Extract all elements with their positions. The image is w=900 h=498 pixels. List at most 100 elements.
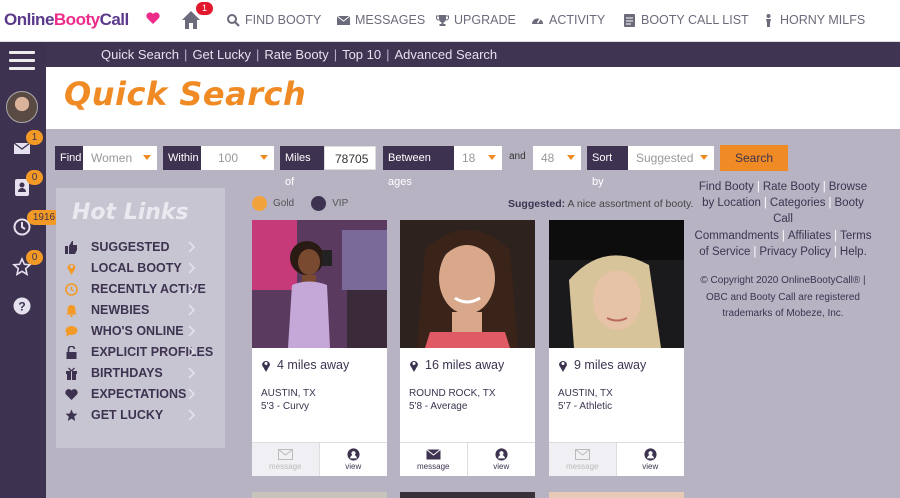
user-circle-icon (644, 448, 657, 461)
chevron-down-icon (567, 155, 575, 160)
legend-gold-label: Gold (273, 198, 295, 209)
footer-link-find-booty[interactable]: Find Booty (699, 181, 754, 193)
help-question-icon[interactable]: ? (12, 296, 32, 316)
chevron-right-icon (188, 241, 196, 253)
profile-distance-text: 16 miles away (425, 358, 505, 372)
membership-legend: Gold VIP (252, 196, 348, 211)
find-gender-select[interactable]: Women (83, 146, 157, 170)
view-profile-label: view (345, 462, 362, 471)
footer-link-help[interactable]: Help. (840, 246, 867, 258)
profile-distance-text: 9 miles away (574, 358, 647, 372)
sub-navigation-bar: Quick Search | Get Lucky | Rate Booty | Top 10… (0, 42, 900, 67)
footer-separator: | (781, 229, 785, 242)
between-ages-label: Between ages (383, 146, 454, 188)
envelope-icon (337, 15, 350, 25)
search-button[interactable]: Search (720, 145, 788, 171)
nav-upgrade[interactable]: UPGRADE (436, 13, 516, 27)
profile-card[interactable]: 9 miles away AUSTIN, TX 5'7 - Athletic m… (549, 220, 684, 476)
view-profile-button[interactable]: view (617, 443, 685, 476)
footer-link-privacy-policy[interactable]: Privacy Policy (759, 246, 831, 258)
favorites-count-badge: 0 (26, 250, 43, 265)
chevron-right-icon (188, 388, 196, 400)
chat-icon (65, 325, 78, 337)
site-logo[interactable]: OnlineBootyCall (4, 10, 129, 30)
footer-separator: | (822, 181, 826, 193)
footer-separator: | (834, 229, 838, 242)
profile-photo[interactable] (400, 220, 535, 348)
subnav-top-10[interactable]: Top 10 (342, 47, 381, 62)
nav-booty-call-list-label: BOOTY CALL LIST (641, 13, 749, 27)
search-icon (227, 13, 240, 27)
user-avatar[interactable] (6, 91, 38, 123)
age-max-select[interactable]: 48 (533, 146, 581, 170)
subnav-rate-booty[interactable]: Rate Booty (264, 47, 328, 62)
profile-photo[interactable] (549, 220, 684, 348)
nav-horny-milfs[interactable]: HORNY MILFS (762, 13, 865, 27)
hotlink-explicit-profiles[interactable]: EXPLICIT PROFILES (65, 342, 217, 362)
profile-photo[interactable] (252, 220, 387, 348)
hotlink-newbies[interactable]: NEWBIES (65, 300, 217, 320)
profile-card[interactable]: 4 miles away AUSTIN, TX 5'3 - Curvy mess… (252, 220, 387, 476)
user-circle-icon (347, 448, 360, 461)
profile-actions: message view (252, 442, 387, 476)
chevron-right-icon (188, 367, 196, 379)
profile-card-next-row[interactable] (400, 492, 535, 498)
footer-separator: | (756, 181, 760, 193)
chevron-right-icon (188, 409, 196, 421)
list-icon (624, 13, 635, 27)
footer-link-rate-booty[interactable]: Rate Booty (763, 181, 820, 193)
hotlink-newbies-label: NEWBIES (91, 303, 150, 317)
within-distance-select[interactable]: 100 (201, 146, 274, 170)
nav-booty-call-list[interactable]: BOOTY CALL LIST (623, 13, 749, 27)
hotlink-suggested[interactable]: SUGGESTED (65, 237, 217, 257)
left-sidebar: 1 0 1916 0 ? (0, 42, 61, 498)
age-min-select[interactable]: 18 (454, 146, 502, 170)
footer-link-affiliates[interactable]: Affiliates (788, 230, 831, 242)
profile-card-next-row[interactable] (549, 492, 684, 498)
logo-text-booty: Booty (53, 10, 100, 29)
message-button[interactable]: message (549, 443, 617, 476)
profile-bio: 5'7 - Athletic (558, 401, 613, 412)
messages-count-badge: 1 (26, 130, 43, 145)
menu-icon[interactable] (9, 51, 35, 71)
subnav-get-lucky[interactable]: Get Lucky (192, 47, 251, 62)
hotlink-get-lucky[interactable]: GET LUCKY (65, 405, 217, 425)
view-profile-button[interactable]: view (468, 443, 536, 476)
page-title: Quick Search (64, 75, 307, 113)
hotlink-local-booty[interactable]: LOCAL BOOTY (65, 258, 217, 278)
hotlink-whos-online[interactable]: WHO'S ONLINE (65, 321, 217, 341)
hotlink-recently-active[interactable]: RECENTLY ACTIVE (65, 279, 217, 299)
nav-upgrade-label: UPGRADE (454, 13, 516, 27)
footer-link-categories[interactable]: Categories (770, 197, 826, 209)
sort-by-select[interactable]: Suggested (628, 146, 714, 170)
copyright-notice: © Copyright 2020 OnlineBootyCall® | OBC … (700, 275, 866, 319)
sort-description: Suggested: A nice assortment of booty. (508, 198, 693, 210)
message-button[interactable]: message (400, 443, 468, 476)
nav-horny-milfs-label: HORNY MILFS (780, 13, 866, 27)
sort-by-value: Suggested (636, 151, 694, 165)
bell-icon (66, 304, 77, 317)
nav-activity[interactable]: ACTIVITY (531, 13, 605, 27)
user-circle-icon (495, 448, 508, 461)
subnav-advanced-search[interactable]: Advanced Search (395, 47, 498, 62)
view-profile-button[interactable]: view (320, 443, 388, 476)
nav-messages-label: MESSAGES (355, 13, 426, 27)
footer-separator: | (763, 197, 767, 210)
profile-card-next-row[interactable] (252, 492, 387, 498)
message-button[interactable]: message (252, 443, 320, 476)
chevron-right-icon (188, 325, 196, 337)
subnav-quick-search[interactable]: Quick Search (101, 47, 179, 62)
age-max-value: 48 (541, 151, 555, 165)
footer-separator: | (828, 197, 832, 210)
hotlink-expectations[interactable]: EXPECTATIONS (65, 384, 217, 404)
chevron-right-icon (188, 262, 196, 274)
hotlink-birthdays[interactable]: BIRTHDAYS (65, 363, 217, 383)
profile-photo-image (549, 220, 684, 348)
nav-find-booty[interactable]: FIND BOOTY (227, 13, 321, 27)
profile-city: AUSTIN, TX (558, 388, 613, 399)
nav-messages[interactable]: MESSAGES (337, 13, 425, 27)
logo-text-online: Online (4, 10, 54, 29)
zip-code-input[interactable]: 78705 (324, 146, 376, 170)
profile-card[interactable]: 16 miles away ROUND ROCK, TX 5'8 - Avera… (400, 220, 535, 476)
profile-distance: 16 miles away (409, 358, 504, 372)
